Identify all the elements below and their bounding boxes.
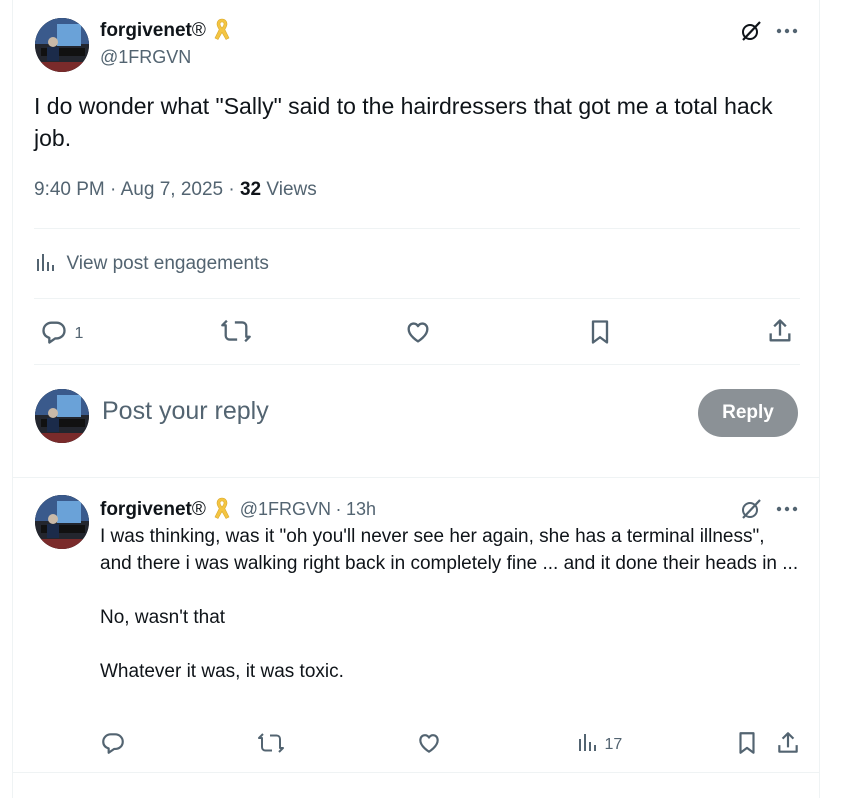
author-name-row: forgivenet® bbox=[100, 17, 231, 43]
meta-separator: · bbox=[228, 179, 235, 200]
reply-views-count: 17 bbox=[604, 736, 623, 753]
like-icon[interactable] bbox=[416, 730, 442, 756]
ribbon-icon bbox=[214, 497, 230, 519]
timeline-column: forgivenet® @1FRGVN I do wonder what "Sa… bbox=[12, 0, 820, 798]
section-divider bbox=[13, 477, 819, 478]
reply-display-name[interactable]: forgivenet bbox=[100, 499, 192, 520]
bookmark-icon[interactable] bbox=[735, 730, 759, 756]
divider bbox=[34, 364, 800, 365]
post-text: I do wonder what "Sally" said to the hai… bbox=[34, 93, 773, 151]
post-meta: 9:40 PM · Aug 7, 2025 · 32 Views bbox=[34, 179, 317, 201]
share-icon[interactable] bbox=[766, 317, 794, 345]
reply-action[interactable]: 1 bbox=[40, 318, 83, 346]
reply-paragraph: I was thinking, was it "oh you'll never … bbox=[100, 526, 799, 574]
reply-views-action[interactable]: 17 bbox=[576, 731, 622, 757]
divider bbox=[34, 298, 800, 299]
reply-icon bbox=[42, 321, 66, 344]
reply-input[interactable]: Post your reply bbox=[102, 397, 662, 426]
ribbon-icon bbox=[214, 18, 230, 40]
post-date[interactable]: Aug 7, 2025 bbox=[121, 179, 223, 200]
views-label: Views bbox=[266, 179, 317, 200]
like-icon[interactable] bbox=[404, 318, 432, 346]
divider bbox=[34, 228, 800, 229]
reply-age[interactable]: 13h bbox=[346, 499, 376, 519]
analytics-icon bbox=[579, 734, 596, 751]
more-icon[interactable] bbox=[775, 499, 799, 519]
reply-header: forgivenet® @1FRGVN · 13h bbox=[100, 496, 376, 522]
bookmark-icon[interactable] bbox=[587, 318, 613, 346]
reply-avatar[interactable] bbox=[35, 495, 89, 549]
composer-avatar bbox=[35, 389, 89, 443]
analytics-icon bbox=[37, 254, 54, 271]
views-count: 32 bbox=[239, 179, 262, 200]
more-icon[interactable] bbox=[775, 21, 799, 41]
grok-icon[interactable] bbox=[739, 497, 763, 521]
grok-icon[interactable] bbox=[739, 19, 763, 43]
reply-text: I was thinking, was it "oh you'll never … bbox=[100, 523, 800, 685]
view-engagements-link[interactable]: View post engagements bbox=[34, 251, 269, 277]
engagements-label: View post engagements bbox=[66, 253, 269, 274]
meta-separator: · bbox=[110, 179, 117, 200]
section-divider bbox=[13, 772, 819, 773]
reply-button[interactable]: Reply bbox=[698, 389, 798, 437]
share-icon[interactable] bbox=[775, 730, 801, 756]
reply-paragraph: No, wasn't that bbox=[100, 607, 226, 628]
reply-icon[interactable] bbox=[100, 730, 126, 756]
registered-mark: ® bbox=[191, 20, 206, 41]
registered-mark: ® bbox=[191, 499, 206, 520]
author-handle[interactable]: @1FRGVN bbox=[100, 47, 191, 68]
reply-count: 1 bbox=[74, 325, 84, 342]
post-time[interactable]: 9:40 PM bbox=[34, 179, 105, 200]
repost-icon[interactable] bbox=[257, 730, 285, 756]
repost-icon[interactable] bbox=[220, 317, 252, 345]
reply-paragraph: Whatever it was, it was toxic. bbox=[100, 661, 344, 682]
avatar[interactable] bbox=[35, 18, 89, 72]
reply-handle[interactable]: @1FRGVN bbox=[240, 499, 331, 519]
display-name[interactable]: forgivenet bbox=[100, 20, 192, 41]
meta-separator: · bbox=[335, 499, 342, 519]
